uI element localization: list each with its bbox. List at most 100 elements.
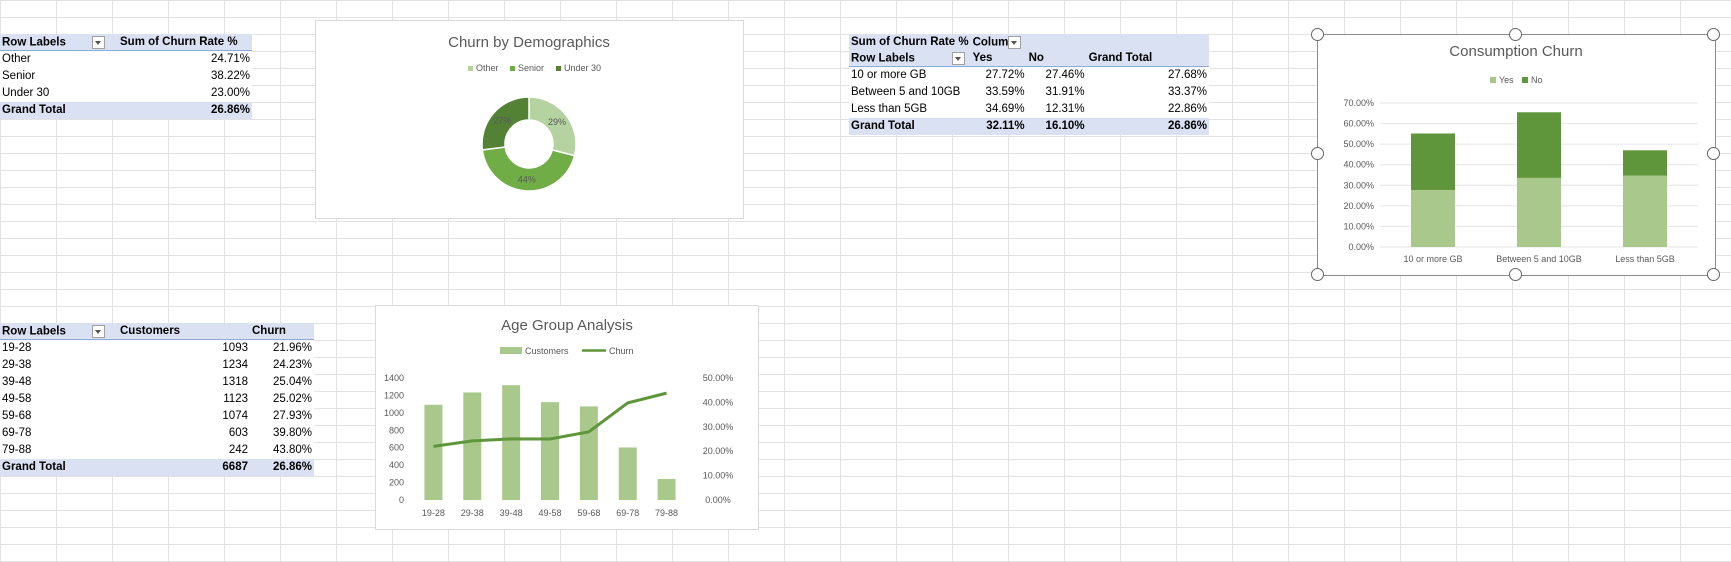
data-label: 44% <box>518 174 536 184</box>
value-cell: 25.02% <box>272 393 312 405</box>
churn-by-demographics-chart[interactable]: Churn by Demographics Other Senior Under 3… <box>315 20 744 219</box>
consumption-chart-svg: Consumption Churn 0.00% 10.00% 20.00% 30.00… <box>1343 43 1698 264</box>
x-tick-label: 19-28 <box>422 508 445 518</box>
grand-total-yes: 32.11% <box>970 117 1027 135</box>
row-label-cell: Other <box>2 53 31 65</box>
resize-handle-top[interactable] <box>1509 28 1522 41</box>
row-label-cell: 39-48 <box>2 376 32 388</box>
row-label-cell: 19-28 <box>2 342 32 354</box>
table-row[interactable]: 69-78 603 39.80% <box>0 425 314 442</box>
value-cell: 27.72% <box>985 69 1025 81</box>
table-row[interactable]: Senior 38.22% <box>0 68 252 85</box>
table-row[interactable]: Between 5 and 10GB 33.59% 31.91% 33.37% <box>849 84 1209 101</box>
y-tick-label: 0 <box>399 495 404 505</box>
value-cell: 24.71% <box>210 53 250 65</box>
y-tick-label: 10.00% <box>1343 221 1374 231</box>
row-labels-header[interactable]: Row Labels <box>0 34 118 51</box>
row-labels-header[interactable]: Row Labels <box>0 323 118 340</box>
row-filter-dropdown-icon[interactable] <box>951 51 965 65</box>
legend-swatch <box>500 347 522 354</box>
table-row[interactable]: Less than 5GB 34.69% 12.31% 22.86% <box>849 101 1209 118</box>
filter-dropdown-icon[interactable] <box>91 35 105 49</box>
bar-customers <box>579 406 598 500</box>
resize-handle-bottom-left[interactable] <box>1311 268 1324 281</box>
resize-handle-right[interactable] <box>1707 147 1720 160</box>
x-tick-label: 69-78 <box>616 508 639 518</box>
x-tick-label: 10 or more GB <box>1403 254 1462 264</box>
value-cell: 1074 <box>222 410 248 422</box>
bar-yes <box>1517 177 1561 247</box>
y-tick-label: 800 <box>389 425 404 435</box>
table-row[interactable]: Under 30 23.00% <box>0 85 252 102</box>
demographics-pivot-table[interactable]: Row Labels Sum of Churn Rate % Other 24.7… <box>0 34 252 119</box>
grand-total-label: Grand Total <box>849 117 971 135</box>
empty-header-cell <box>1026 34 1087 50</box>
row-label-cell: Senior <box>2 70 36 82</box>
y2-tick-label: 20.00% <box>703 446 734 456</box>
table-row[interactable]: 49-58 1123 25.02% <box>0 391 314 408</box>
legend-label: Customers <box>525 346 569 356</box>
resize-handle-top-right[interactable] <box>1707 28 1720 41</box>
value-cell: 12.31% <box>1045 103 1085 115</box>
y-tick-label: 0.00% <box>1348 242 1374 252</box>
bar-no <box>1623 150 1667 176</box>
grand-total-value: 26.86% <box>118 101 252 119</box>
column-labels-header[interactable]: Colum <box>970 34 1027 50</box>
grand-total-churn: 26.86% <box>250 458 314 476</box>
resize-handle-bottom[interactable] <box>1509 268 1522 281</box>
y-tick-label: 20.00% <box>1343 201 1374 211</box>
value-cell: 31.91% <box>1045 86 1085 98</box>
sum-churn-header: Sum of Churn Rate % <box>118 34 252 51</box>
grand-total-label: Grand Total <box>0 101 118 119</box>
value-cell: 33.37% <box>1167 86 1207 98</box>
row-label-cell: 69-78 <box>2 427 32 439</box>
value-cell: 21.96% <box>272 342 312 354</box>
consumption-pivot-table[interactable]: Sum of Churn Rate % Colum Row Labels Yes… <box>849 34 1209 135</box>
consumption-churn-chart[interactable]: Consumption Churn 0.00% 10.00% 20.00% 30.00… <box>1317 34 1716 276</box>
filter-dropdown-icon[interactable] <box>91 324 105 338</box>
row-label-cell: 49-58 <box>2 393 32 405</box>
age-pivot-table[interactable]: Row Labels Customers Churn 19-28 1093 21.9… <box>0 323 314 476</box>
legend-swatch <box>1490 77 1496 83</box>
table-row[interactable]: 19-28 1093 21.96% <box>0 340 314 357</box>
value-cell: 24.23% <box>272 359 312 371</box>
legend-swatch <box>556 66 561 71</box>
age-chart-svg: Age Group Analysis 0 200 400 600 800 1000 1200… <box>384 317 734 518</box>
bar-yes <box>1411 189 1455 247</box>
empty-header-cell <box>1086 34 1209 50</box>
resize-handle-top-left[interactable] <box>1311 28 1324 41</box>
y-tick-label: 60.00% <box>1343 119 1374 129</box>
bar-customers <box>618 447 637 500</box>
no-header: No <box>1026 50 1087 67</box>
bar-yes <box>1623 175 1667 247</box>
table-row[interactable]: 39-48 1318 25.04% <box>0 374 314 391</box>
value-cell: 22.86% <box>1167 103 1207 115</box>
column-filter-dropdown-icon[interactable] <box>1008 35 1022 49</box>
legend-label: Churn <box>609 346 634 356</box>
data-label: 29% <box>548 117 566 127</box>
value-cell: 1318 <box>222 376 248 388</box>
legend-label: Other <box>476 63 499 73</box>
row-label-cell: Between 5 and 10GB <box>851 86 961 98</box>
grand-total-no: 16.10% <box>1026 117 1087 135</box>
resize-handle-bottom-right[interactable] <box>1707 268 1720 281</box>
table-row[interactable]: 29-38 1234 24.23% <box>0 357 314 374</box>
row-label-cell: 79-88 <box>2 444 32 456</box>
table-row[interactable]: 59-68 1074 27.93% <box>0 408 314 425</box>
table-row[interactable]: Other 24.71% <box>0 51 252 68</box>
age-group-analysis-chart[interactable]: Age Group Analysis 0 200 400 600 800 1000 1200… <box>375 305 759 530</box>
legend-swatch <box>468 66 473 71</box>
chart-title: Consumption Churn <box>1449 43 1582 60</box>
table-row[interactable]: 10 or more GB 27.72% 27.46% 27.68% <box>849 67 1209 84</box>
y-tick-label: 70.00% <box>1343 98 1374 108</box>
x-tick-label: 59-68 <box>577 508 600 518</box>
legend-label: No <box>1531 75 1543 85</box>
resize-handle-left[interactable] <box>1311 147 1324 160</box>
bar-customers <box>657 478 676 500</box>
row-labels-header[interactable]: Row Labels <box>849 50 971 67</box>
x-tick-label: 49-58 <box>538 508 561 518</box>
value-cell: 39.80% <box>272 427 312 439</box>
y-tick-label: 40.00% <box>1343 160 1374 170</box>
table-row[interactable]: 79-88 242 43.80% <box>0 442 314 459</box>
grand-total-all: 26.86% <box>1086 117 1209 135</box>
